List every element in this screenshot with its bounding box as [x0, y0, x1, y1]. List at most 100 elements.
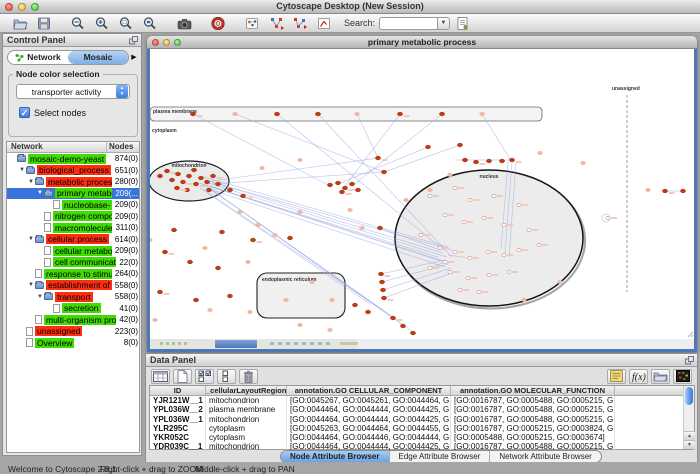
network-node-faint[interactable] [273, 233, 278, 237]
network-node[interactable] [175, 172, 180, 176]
zoom-out-button[interactable] [66, 15, 90, 32]
network-node-faint[interactable] [284, 298, 289, 302]
tab-network[interactable]: Network [8, 51, 68, 64]
network-node[interactable] [342, 186, 347, 190]
network-node-outline[interactable] [477, 290, 481, 293]
column-id[interactable]: ID [150, 386, 206, 395]
attribute-notes-button[interactable] [607, 369, 626, 384]
tab-network-attribute-browser[interactable]: Network Attribute Browser [490, 451, 600, 462]
network-edge[interactable] [235, 114, 384, 172]
tree-row[interactable]: nucleobase-209(0) [7, 199, 139, 211]
unselect-attributes-button[interactable] [217, 369, 236, 384]
network-node-faint[interactable] [298, 210, 303, 214]
network-node-faint[interactable] [233, 112, 238, 116]
network-node[interactable] [425, 145, 430, 149]
network-node-outline[interactable] [527, 228, 531, 231]
network-node[interactable] [662, 189, 667, 193]
tree-row[interactable]: cellular metabo209(0) [7, 245, 139, 257]
network-node-outline[interactable] [438, 246, 442, 249]
select-attributes-button[interactable] [151, 369, 170, 384]
network-edge[interactable] [338, 147, 428, 184]
table-row[interactable]: YKR052Ccytoplasm[GO:0044464, GO:0044446,… [150, 433, 694, 442]
tree-row[interactable]: ▼metabolic process280(0) [7, 176, 139, 188]
delete-attribute-button[interactable] [239, 369, 258, 384]
network-node[interactable] [457, 143, 462, 147]
search-dropdown-button[interactable]: ▼ [437, 17, 450, 30]
network-node-outline[interactable] [482, 216, 486, 219]
network-edge[interactable] [212, 172, 384, 184]
network-node[interactable] [215, 182, 220, 186]
network-node[interactable] [410, 331, 415, 335]
network-node[interactable] [204, 180, 209, 184]
expand-arrow-icon[interactable]: ▼ [36, 190, 44, 196]
attribute-equation-button[interactable]: f(x) [629, 369, 648, 384]
network-node[interactable] [352, 303, 357, 307]
node-color-dropdown[interactable]: transporter activity ▲▼ [16, 84, 130, 99]
network-node-faint[interactable] [428, 188, 433, 192]
network-node[interactable] [193, 182, 198, 186]
expand-arrow-icon[interactable]: ▼ [27, 282, 35, 288]
network-node[interactable] [210, 174, 215, 178]
tab-scroll-right-button[interactable]: ▶ [129, 53, 139, 61]
network-node[interactable] [287, 236, 292, 240]
tree-column-network[interactable]: Network [7, 142, 107, 152]
zoom-in-button[interactable] [90, 15, 114, 32]
network-node[interactable] [400, 324, 405, 328]
network-node[interactable] [240, 194, 245, 198]
layout-force-button[interactable] [288, 15, 312, 32]
table-row[interactable]: YLR295Ccytoplasm[GO:0045263, GO:0044464,… [150, 424, 694, 433]
network-edge[interactable] [384, 145, 460, 172]
tree-row[interactable]: macromolecule311(0) [7, 222, 139, 234]
tree-row[interactable]: response to stimulu264(0) [7, 268, 139, 280]
table-scrollbar[interactable]: ▲ ▼ [683, 386, 694, 449]
network-edge[interactable] [352, 114, 442, 186]
network-node[interactable] [186, 174, 191, 178]
tree-row[interactable]: multi-organism pro42(0) [7, 314, 139, 326]
table-row[interactable]: YPL036W__2plasma membrane[GO:0044464, GO… [150, 405, 694, 414]
tree-row[interactable]: ▼establishment of lo558(0) [7, 280, 139, 292]
resize-grip-icon[interactable] [691, 335, 693, 337]
network-node-faint[interactable] [298, 323, 303, 327]
network-node[interactable] [355, 188, 360, 192]
network-node-outline[interactable] [487, 273, 491, 276]
network-node[interactable] [390, 316, 395, 320]
column-go-cellular-component[interactable]: annotation.GO CELLULAR_COMPONENT [287, 386, 451, 395]
tree-column-nodes[interactable]: Nodes [107, 142, 139, 152]
network-node-outline[interactable] [443, 260, 447, 263]
column-cellular-layout-region[interactable]: _cellularLayoutRegion [206, 386, 287, 395]
network-node[interactable] [157, 174, 162, 178]
network-node[interactable] [315, 112, 320, 116]
expand-arrow-icon[interactable]: ▼ [27, 179, 35, 185]
network-node-faint[interactable] [310, 280, 315, 284]
network-canvas[interactable]: plasma membranecytoplasmendoplasmic reti… [150, 49, 694, 339]
network-node[interactable] [377, 226, 382, 230]
tree-row[interactable]: secretion41(0) [7, 303, 139, 315]
network-node-faint[interactable] [298, 158, 303, 162]
network-node-outline[interactable] [428, 194, 432, 197]
network-node[interactable] [365, 310, 370, 314]
zoom-fit-button[interactable] [114, 15, 138, 32]
network-node-outline[interactable] [453, 250, 457, 253]
network-node-outline[interactable] [486, 250, 490, 253]
network-node-outline[interactable] [453, 186, 457, 189]
background-network-window[interactable] [150, 339, 694, 349]
network-node-faint[interactable] [404, 198, 409, 202]
network-node[interactable] [499, 159, 504, 163]
zoom-selected-region-button[interactable] [138, 15, 162, 32]
network-node[interactable] [219, 230, 224, 234]
network-node[interactable] [227, 294, 232, 298]
network-node-faint[interactable] [522, 298, 527, 302]
network-node-outline[interactable] [448, 270, 452, 273]
network-node-outline[interactable] [419, 233, 423, 236]
network-node[interactable] [462, 158, 467, 162]
annotation-button[interactable] [312, 15, 336, 32]
network-node[interactable] [162, 250, 167, 254]
network-node[interactable] [380, 288, 385, 292]
float-data-panel-icon[interactable] [685, 356, 694, 365]
export-snapshot-button[interactable] [172, 15, 196, 32]
network-node-outline[interactable] [537, 243, 541, 246]
network-node-faint[interactable] [248, 310, 253, 314]
network-node-faint[interactable] [208, 308, 213, 312]
network-node-faint[interactable] [646, 188, 651, 192]
network-node[interactable] [174, 186, 179, 190]
